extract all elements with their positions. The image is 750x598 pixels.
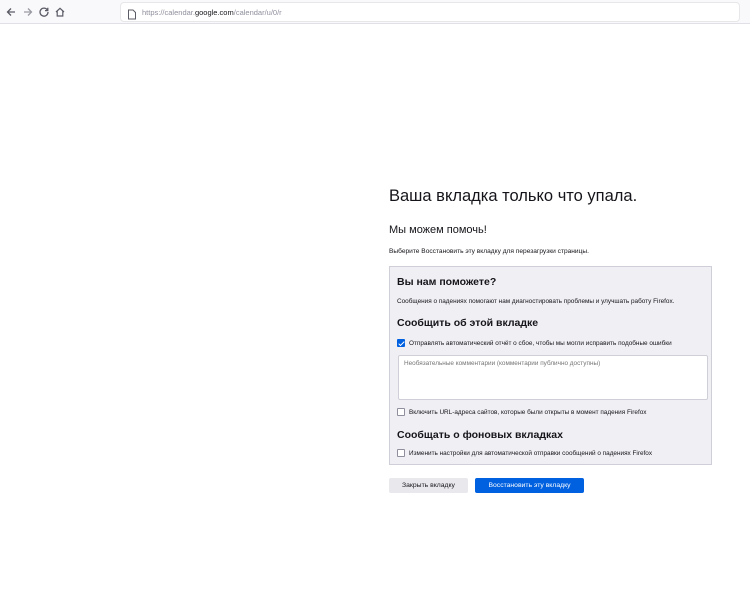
back-arrow-icon[interactable] bbox=[3, 4, 19, 20]
reload-icon[interactable] bbox=[36, 4, 52, 20]
panel-title: Вы нам поможете? bbox=[397, 276, 497, 288]
include-url-label: Включить URL-адреса сайтов, которые были… bbox=[409, 408, 647, 416]
auto-report-option[interactable]: Отправлять автоматический отчёт о сбое, … bbox=[397, 339, 672, 347]
restore-hint: Выберите Восстановить эту вкладку для пе… bbox=[389, 248, 589, 255]
background-report-option[interactable]: Изменить настройки для автоматической от… bbox=[397, 449, 652, 457]
page-subtitle: Мы можем помочь! bbox=[389, 224, 487, 236]
url-path: /calendar/u/0/r bbox=[233, 8, 282, 17]
report-tab-title: Сообщить об этой вкладке bbox=[397, 317, 539, 329]
include-url-option[interactable]: Включить URL-адреса сайтов, которые были… bbox=[397, 408, 646, 416]
forward-arrow-icon[interactable] bbox=[20, 4, 36, 20]
browser-toolbar: https://calendar.google.com/calendar/u/0… bbox=[0, 0, 750, 24]
url-prefix: https://calendar. bbox=[142, 8, 195, 17]
comment-field[interactable] bbox=[398, 355, 708, 400]
url-bar[interactable]: https://calendar.google.com/calendar/u/0… bbox=[120, 2, 740, 22]
panel-description: Сообщения о падениях помогают нам диагно… bbox=[397, 298, 675, 305]
include-url-checkbox[interactable] bbox=[397, 408, 405, 416]
url-text: https://calendar.google.com/calendar/u/0… bbox=[142, 8, 282, 17]
url-host: google.com bbox=[194, 8, 234, 17]
close-tab-button[interactable]: Закрыть вкладку bbox=[389, 478, 468, 493]
crash-message: Ваша вкладка только что упала. Мы можем … bbox=[389, 185, 712, 257]
background-report-label: Изменить настройки для автоматической от… bbox=[409, 449, 653, 457]
page-icon bbox=[127, 7, 137, 20]
restore-tab-button[interactable]: Восстановить эту вкладку bbox=[475, 478, 584, 493]
background-report-checkbox[interactable] bbox=[397, 449, 405, 457]
auto-report-checkbox[interactable] bbox=[397, 339, 405, 347]
page-title: Ваша вкладка только что упала. bbox=[389, 187, 638, 205]
home-icon[interactable] bbox=[52, 4, 68, 20]
auto-report-label: Отправлять автоматический отчёт о сбое, … bbox=[409, 339, 672, 347]
background-tabs-title: Сообщать о фоновых вкладках bbox=[397, 429, 563, 441]
crash-report-panel: Вы нам поможете? Сообщения о падениях по… bbox=[389, 266, 712, 465]
